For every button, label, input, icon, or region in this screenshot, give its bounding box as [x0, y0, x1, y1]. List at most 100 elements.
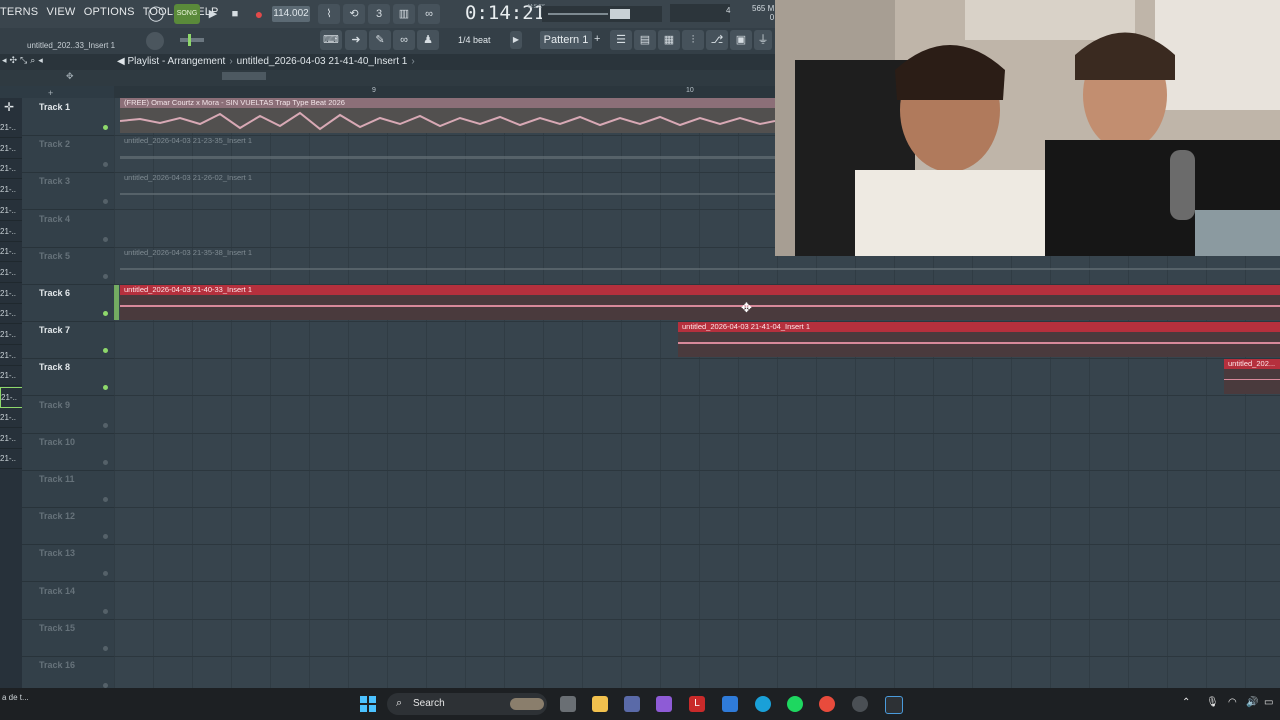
zoom-icon[interactable]: ✥ — [66, 71, 74, 82]
track-lane[interactable] — [114, 358, 1280, 397]
track-lane[interactable] — [114, 396, 1280, 434]
master-volume-knob[interactable] — [146, 32, 164, 50]
menu-patterns[interactable]: TERNS — [0, 6, 38, 18]
track-mute-led[interactable] — [103, 459, 108, 465]
track-mute-led[interactable] — [103, 422, 108, 428]
record-icon[interactable]: ● — [248, 4, 270, 24]
plugin-icon[interactable]: ▣ — [730, 30, 752, 50]
track-mute-led[interactable] — [103, 311, 108, 316]
typing-keyboard-icon[interactable]: ⌨ — [320, 30, 342, 50]
track-header[interactable]: Track 14 — [22, 582, 114, 620]
track-mute-led[interactable] — [103, 571, 108, 577]
audio-clip[interactable]: untitled_2026-04-03 21-40-33_Insert 1 — [120, 285, 1280, 320]
track-header[interactable]: Track 10 — [22, 433, 114, 471]
track-mute-led[interactable] — [103, 608, 108, 614]
track-mute-led[interactable] — [103, 125, 108, 130]
tray-chevron-icon[interactable]: ⌃ — [1182, 697, 1190, 708]
track-mute-led[interactable] — [103, 497, 108, 502]
track-header[interactable]: Track 11 — [22, 470, 114, 508]
app-circle-icon[interactable] — [852, 696, 868, 712]
loop-record-icon[interactable]: ∞ — [418, 4, 440, 24]
picker-item[interactable]: 21-.. — [0, 304, 22, 325]
mixer-icon[interactable]: ⫶ — [682, 30, 704, 50]
picker-item[interactable]: 21-.. — [0, 222, 22, 242]
picker-item[interactable]: 21-.. — [0, 449, 22, 470]
browser-icon[interactable]: ⎇ — [706, 30, 728, 50]
app-blue-icon[interactable] — [722, 696, 738, 712]
tempo-display[interactable]: 114.002 — [272, 6, 310, 22]
pattern-selector[interactable]: Pattern 1 — [540, 31, 592, 49]
playlist-arrow-icon[interactable]: ◀ — [117, 56, 125, 67]
task-view-icon[interactable] — [560, 696, 576, 712]
breadcrumb-root[interactable]: Playlist - Arrangement — [127, 56, 225, 67]
draw-icon[interactable]: ✎ — [369, 30, 391, 50]
track-header[interactable]: Track 7 — [22, 321, 114, 360]
track-header[interactable]: Track 9 — [22, 396, 114, 434]
picker-item[interactable]: 21-.. — [0, 366, 22, 387]
audio-clip[interactable]: (FREE) Omar Courtz x Mora - SIN VUELTAS … — [120, 98, 775, 133]
track-mute-led[interactable] — [103, 199, 108, 205]
track-mute-led[interactable] — [103, 273, 108, 279]
arrow-right-icon[interactable]: ➜ — [345, 30, 367, 50]
track-lane[interactable] — [114, 433, 1280, 471]
picker-item[interactable]: 21-.. — [0, 429, 22, 449]
picker-item[interactable]: 21-.. — [0, 242, 22, 263]
breadcrumb-chevron-icon[interactable]: › — [411, 56, 414, 67]
picker-item[interactable]: 21-.. — [0, 263, 22, 283]
track-lane[interactable] — [114, 470, 1280, 508]
playlist-tools-icons[interactable]: ◂✣⤡⌕◂ — [2, 55, 46, 66]
track-mute-led[interactable] — [103, 236, 108, 242]
wait-input-icon[interactable]: ⟲ — [343, 4, 365, 24]
countdown-icon[interactable]: 3 — [368, 4, 390, 24]
track-header[interactable]: Track 12 — [22, 507, 114, 546]
edge-icon[interactable] — [755, 696, 771, 712]
chrome-icon[interactable] — [819, 696, 835, 712]
stop-icon[interactable]: ■ — [224, 4, 246, 24]
picker-item[interactable]: 21-.. — [0, 159, 22, 180]
fl-studio-icon[interactable] — [885, 696, 903, 714]
track-header[interactable]: Track 5 — [22, 247, 114, 285]
track-lane[interactable] — [114, 619, 1280, 657]
track-header[interactable]: Track 4 — [22, 210, 114, 248]
volume-icon[interactable]: 🔊 — [1246, 697, 1258, 708]
snap-selector[interactable]: 1/4 beat — [458, 35, 491, 45]
track-header[interactable]: Track 13 — [22, 544, 114, 583]
track-lane[interactable] — [114, 582, 1280, 620]
track-lane[interactable] — [114, 544, 1280, 583]
track-mute-led[interactable] — [103, 534, 108, 540]
timeline-ruler[interactable]: 9 10 — [114, 86, 775, 98]
play-icon[interactable]: ▶ — [202, 4, 224, 24]
track-header[interactable]: Track 6 — [22, 284, 114, 322]
add-pattern-icon[interactable]: + — [594, 33, 600, 45]
metronome-icon[interactable]: ⌇ — [318, 4, 340, 24]
piano-roll-icon[interactable]: ▤ — [634, 30, 656, 50]
picker-item[interactable]: 21-.. — [0, 201, 22, 221]
battery-icon[interactable]: ▭ — [1264, 697, 1273, 708]
store-icon[interactable] — [624, 696, 640, 712]
pattern-prev-icon[interactable]: ▶ — [510, 31, 522, 49]
audio-clip[interactable]: untitled_202... — [1224, 359, 1280, 394]
spotify-icon[interactable] — [787, 696, 803, 712]
copilot-icon[interactable] — [656, 696, 672, 712]
wifi-icon[interactable]: ◠ — [1228, 697, 1237, 708]
picker-item[interactable]: 21-.. — [0, 284, 22, 304]
plug-icon[interactable]: ⏚ — [754, 30, 772, 50]
breadcrumb-item[interactable]: untitled_2026-04-03 21-41-40_Insert 1 — [237, 56, 408, 67]
menu-view[interactable]: VIEW — [47, 6, 76, 18]
step-edit-icon[interactable]: ▥ — [393, 4, 415, 24]
track-mute-led[interactable] — [103, 348, 108, 354]
track-header[interactable]: Track 3 — [22, 172, 114, 211]
channel-rack-icon[interactable]: ▦ — [658, 30, 680, 50]
windows-start-icon[interactable] — [360, 696, 376, 712]
audio-clip[interactable]: untitled_2026-04-03 21-26-02_Insert 1 — [120, 173, 775, 208]
add-track-icon[interactable]: + — [48, 88, 53, 98]
audio-clip[interactable]: untitled_2026-04-03 21-23-35_Insert 1 — [120, 136, 775, 171]
audio-clip[interactable]: untitled_2026-04-03 21-41-04_Insert 1 — [678, 322, 1280, 357]
track-mute-led[interactable] — [103, 162, 108, 168]
picker-item[interactable]: 21-.. — [0, 387, 24, 409]
picker-item[interactable]: 21-.. — [0, 118, 22, 138]
picker-item[interactable]: 21-.. — [0, 325, 22, 345]
playlist-icon[interactable]: ☰ — [610, 30, 632, 50]
track-header[interactable]: Track 15 — [22, 619, 114, 657]
track-header[interactable]: Track 1 — [22, 98, 114, 136]
